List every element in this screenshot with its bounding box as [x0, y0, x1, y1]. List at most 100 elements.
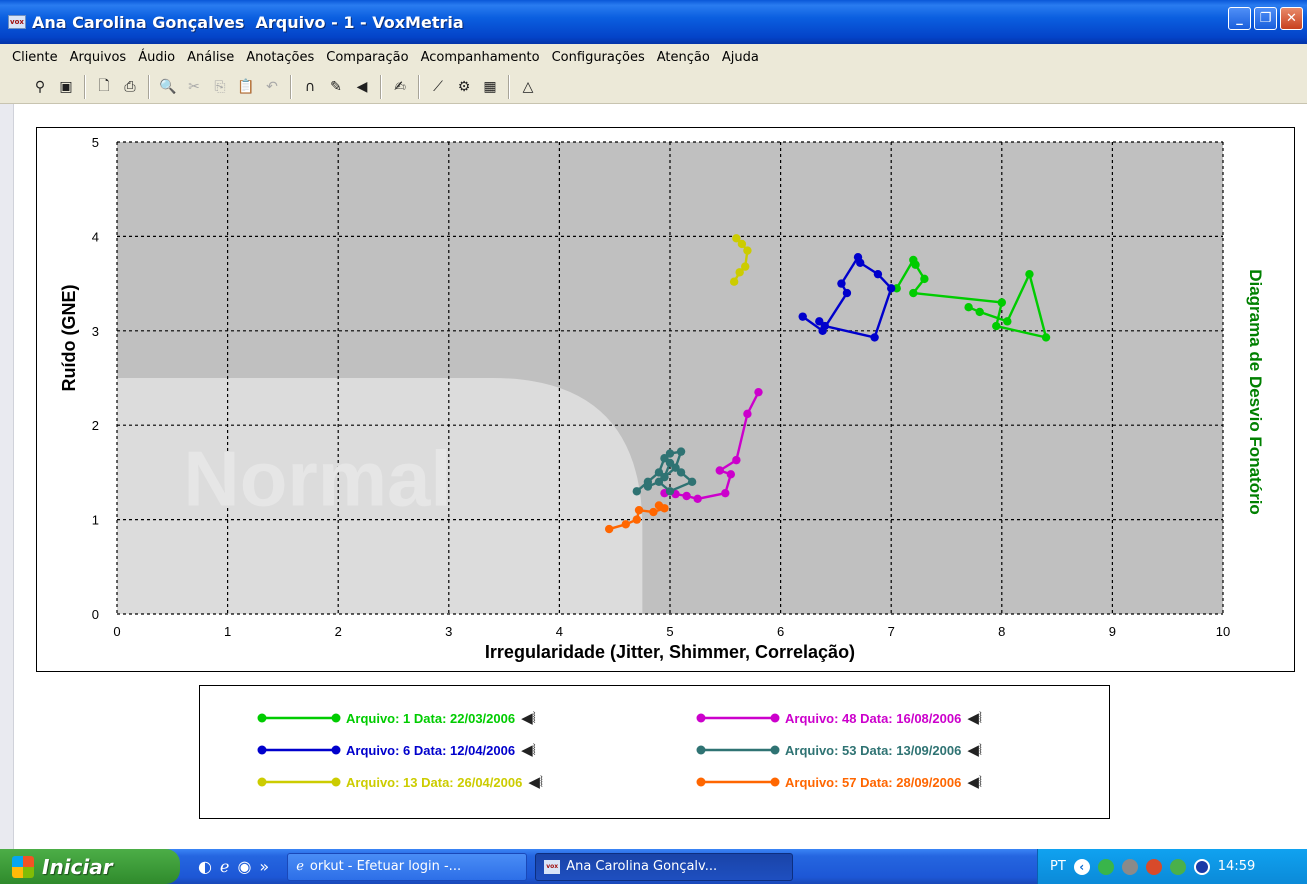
data-point [732, 455, 741, 465]
tray-chrome-icon[interactable] [1169, 858, 1186, 875]
data-point [649, 507, 658, 517]
menu-analise[interactable]: Análise [181, 50, 240, 65]
menu-atencao[interactable]: Atenção [651, 50, 716, 65]
title-bar[interactable]: vox Ana Carolina Gonçalves Arquivo - 1 -… [0, 0, 1307, 44]
diagram-icon[interactable]: ⟋ [426, 75, 450, 99]
microphone-icon[interactable]: ✎ [324, 75, 348, 99]
notes-icon[interactable]: ✍ [388, 75, 412, 99]
monitor-icon[interactable]: ▣ [54, 75, 78, 99]
maximize-button[interactable]: ❐ [1254, 7, 1277, 30]
menu-ajuda[interactable]: Ajuda [716, 50, 765, 65]
data-point [687, 477, 697, 487]
legend-label: Arquivo: 1 Data: 22/03/2006 [346, 710, 516, 726]
data-point [798, 312, 807, 321]
chart-svg: Normal 0 1 2 3 4 5 6 7 8 9 10 0 1 2 3 4 5 Irregularidade… [59, 135, 1265, 662]
quicklaunch-more-icon[interactable]: » [259, 857, 269, 876]
legend-label: Arquivo: 13 Data: 26/04/2006 [346, 774, 523, 790]
data-point [721, 488, 730, 498]
start-button[interactable]: Iniciar [0, 849, 180, 884]
data-point [975, 307, 984, 317]
speaker-icon[interactable]: ◀ [350, 75, 374, 99]
system-tray: PT ‹ 14:59 [1037, 849, 1307, 884]
menu-acompanhamento[interactable]: Acompanhamento [415, 50, 546, 65]
legend-swatch-marker [257, 713, 267, 723]
data-point [632, 487, 642, 496]
play-audio-speaker-icon[interactable]: ◀⦚ [967, 741, 982, 759]
toolbar-separator [380, 74, 382, 99]
toolbar-separator [418, 74, 420, 99]
windows-logo-icon [12, 855, 34, 878]
toolbar-separator [290, 74, 292, 99]
data-point [715, 466, 724, 475]
tray-network-icon[interactable] [1145, 858, 1162, 875]
y-tick-label: 3 [92, 324, 99, 339]
data-point [643, 482, 653, 491]
minimize-button[interactable]: _ [1228, 7, 1251, 30]
close-button[interactable]: ✕ [1280, 7, 1303, 30]
play-audio-speaker-icon[interactable]: ◀⦚ [528, 773, 543, 791]
task-label: orkut - Efetuar login -... [309, 859, 462, 874]
x-tick-label: 3 [445, 624, 452, 639]
data-point [873, 269, 883, 279]
headphones-icon[interactable]: ∩ [298, 75, 322, 99]
patient-icon[interactable]: ⚲ [28, 75, 52, 99]
settings-icon[interactable]: ⚙ [452, 75, 476, 99]
language-indicator[interactable]: PT [1050, 859, 1066, 874]
copy-icon[interactable]: ⎘ [208, 75, 232, 99]
data-point [964, 303, 973, 312]
undo-icon[interactable]: ↶ [260, 75, 284, 99]
print-icon[interactable]: ⎙ [118, 75, 142, 99]
cut-icon[interactable]: ✂ [182, 75, 206, 99]
menu-comparacao[interactable]: Comparação [320, 50, 414, 65]
spectrogram-icon[interactable]: ▦ [478, 75, 502, 99]
quicklaunch-icon-3[interactable]: ◉ [237, 857, 251, 876]
legend-swatch-marker [331, 713, 341, 723]
menu-configuracoes[interactable]: Configurações [546, 50, 651, 65]
phonatory-deviation-chart: Normal 0 1 2 3 4 5 6 7 8 9 10 0 1 2 3 4 5 Irregularidade… [36, 127, 1295, 672]
tray-clock-icon[interactable] [1193, 858, 1210, 875]
legend-swatch-marker [696, 745, 706, 755]
y-tick-label: 1 [92, 513, 99, 528]
x-tick-label: 7 [888, 624, 895, 639]
menu-cliente[interactable]: Cliente [6, 50, 64, 65]
internet-explorer-icon[interactable]: ℯ [220, 857, 229, 876]
voxmetria-task-icon: vox [544, 859, 561, 874]
x-tick-label: 9 [1109, 624, 1116, 639]
y-tick-label: 4 [92, 229, 99, 244]
comparison-icon[interactable]: △ [516, 75, 540, 99]
zoom-icon[interactable]: 🔍 [156, 75, 180, 99]
quicklaunch-icon-1[interactable]: ◐ [198, 857, 212, 876]
x-tick-label: 2 [335, 624, 342, 639]
play-audio-speaker-icon[interactable]: ◀⦚ [521, 709, 536, 727]
data-point [870, 333, 879, 342]
legend-swatch-marker [696, 713, 706, 723]
x-axis-label: Irregularidade (Jitter, Shimmer, Correla… [485, 642, 855, 662]
data-point [654, 477, 664, 487]
data-point [621, 520, 630, 529]
data-point [735, 268, 744, 277]
task-button-orkut[interactable]: ℯ orkut - Efetuar login -... [287, 852, 528, 881]
tray-expand-icon[interactable]: ‹ [1073, 858, 1090, 875]
play-audio-speaker-icon[interactable]: ◀⦚ [967, 709, 982, 727]
legend-swatch [257, 777, 341, 787]
start-label: Iniciar [42, 854, 113, 879]
legend-swatch [696, 713, 780, 723]
menu-audio[interactable]: Áudio [132, 50, 181, 65]
print-preview-icon[interactable]: 🗋 [92, 75, 116, 99]
paste-icon[interactable]: 📋 [234, 75, 258, 99]
data-point [654, 501, 664, 510]
play-audio-speaker-icon[interactable]: ◀⦚ [521, 741, 536, 759]
task-button-voxmetria[interactable]: vox Ana Carolina Gonçalv... [535, 852, 794, 881]
menu-anotacoes[interactable]: Anotações [240, 50, 320, 65]
tray-security-icon[interactable] [1121, 858, 1138, 875]
legend-swatch-marker [696, 777, 706, 787]
legend-item: Arquivo: 48 Data: 16/08/2006 ◀⦚ [695, 708, 982, 728]
play-audio-speaker-icon[interactable]: ◀⦚ [967, 773, 982, 791]
tray-messenger-icon[interactable] [1097, 858, 1114, 875]
x-tick-label: 10 [1216, 624, 1230, 639]
x-tick-label: 4 [556, 624, 563, 639]
data-point [632, 515, 642, 524]
legend-swatch-marker [770, 777, 780, 787]
data-point [842, 288, 852, 298]
menu-arquivos[interactable]: Arquivos [64, 50, 133, 65]
